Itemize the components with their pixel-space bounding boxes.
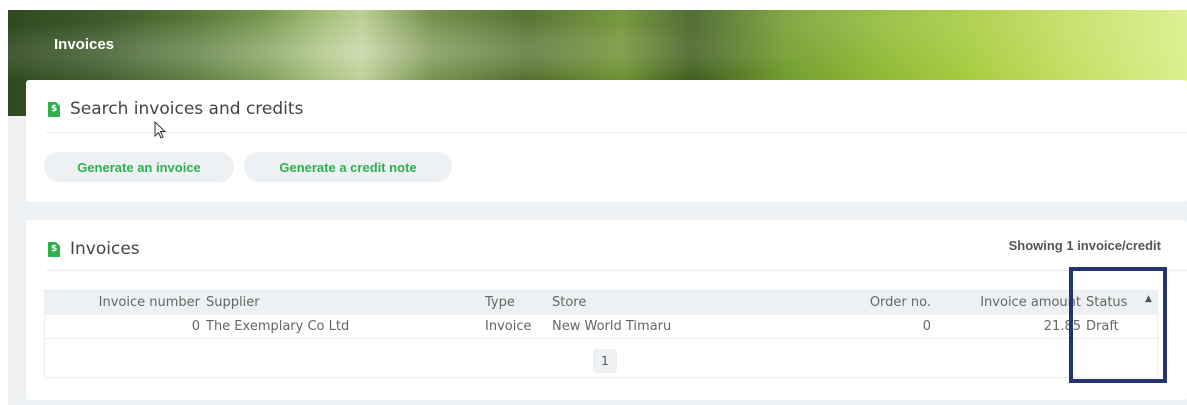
column-header-type[interactable]: Type	[485, 295, 515, 310]
pagination-page-button[interactable]: 1	[593, 349, 617, 373]
invoices-card-header: Invoices	[48, 239, 140, 259]
store-cell: New World Timaru	[552, 319, 672, 334]
order-no-cell: 0	[922, 319, 931, 334]
table-row[interactable]: 0 The Exemplary Co Ltd Invoice New World…	[45, 315, 1157, 339]
search-card: Search invoices and credits Generate an …	[26, 80, 1187, 202]
divider	[46, 132, 1187, 133]
search-card-title: Search invoices and credits	[70, 99, 304, 119]
table-header: Invoice number Supplier Type Store Order…	[45, 291, 1157, 315]
column-header-order-no[interactable]: Order no.	[870, 295, 931, 310]
page-title: Invoices	[54, 36, 115, 53]
invoices-card-title: Invoices	[70, 239, 140, 259]
search-card-header: Search invoices and credits	[48, 99, 303, 119]
invoice-document-icon	[48, 101, 60, 117]
type-cell: Invoice	[485, 319, 532, 334]
result-count: Showing 1 invoice/credit	[1008, 238, 1161, 253]
invoices-card: Invoices Showing 1 invoice/credit Invoic…	[26, 220, 1187, 400]
invoice-number-cell: 0	[191, 319, 200, 334]
column-header-supplier[interactable]: Supplier	[206, 295, 260, 310]
mouse-pointer-icon	[154, 121, 167, 139]
generate-credit-note-button[interactable]: Generate a credit note	[244, 152, 452, 182]
column-header-invoice-amount[interactable]: Invoice amount	[980, 295, 1081, 310]
invoice-document-icon	[48, 241, 60, 257]
divider	[46, 270, 1187, 271]
supplier-cell: The Exemplary Co Ltd	[206, 319, 350, 334]
column-header-invoice-number[interactable]: Invoice number	[99, 295, 200, 310]
invoices-table: Invoice number Supplier Type Store Order…	[44, 290, 1158, 378]
status-column-highlight	[1069, 267, 1167, 383]
generate-invoice-button[interactable]: Generate an invoice	[44, 152, 234, 182]
column-header-store[interactable]: Store	[552, 295, 586, 310]
